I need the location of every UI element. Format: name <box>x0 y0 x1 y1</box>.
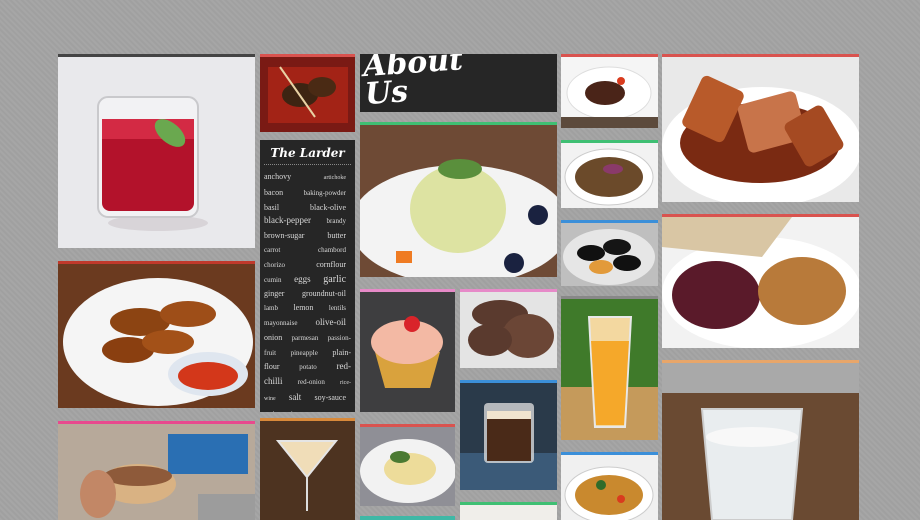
recipe-tile-pork-belly[interactable] <box>662 54 859 202</box>
cookies-photo <box>460 292 557 368</box>
mussels-photo <box>561 223 658 286</box>
larder-tag-onion[interactable]: onion <box>264 333 282 342</box>
larder-tag-eggs[interactable]: eggs <box>294 274 311 284</box>
larder-tag-anchovy[interactable]: anchovy <box>264 172 291 181</box>
pork-belly-photo <box>662 57 859 202</box>
burger-photo <box>58 424 255 520</box>
recipe-tile-cupcake[interactable] <box>360 289 455 412</box>
recipe-tile-meat-bowl[interactable] <box>561 54 658 128</box>
recipe-tile-cocktail[interactable] <box>260 418 355 520</box>
larder-tag-artichoke[interactable]: artichoke <box>324 175 346 181</box>
larder-tag-parmesan[interactable]: parmesan <box>292 334 319 342</box>
larder-tag-ginger[interactable]: ginger <box>264 289 284 298</box>
larder-title: The Larder <box>264 146 351 165</box>
recipe-tile-skewers[interactable] <box>260 54 355 132</box>
larder-tag-cumin[interactable]: cumin <box>264 276 282 284</box>
larder-tag-chambord[interactable]: chambord <box>318 246 346 254</box>
milk-photo <box>662 363 859 520</box>
ravioli-photo <box>360 427 455 506</box>
partial-photo <box>460 505 557 520</box>
larder-tag-black-pepper[interactable]: black-pepper <box>264 215 311 225</box>
potato-salad-photo <box>360 125 557 277</box>
noodles-photo <box>561 455 658 520</box>
larder-tag-lamb[interactable]: lamb <box>264 304 278 312</box>
larder-tag-potato[interactable]: potato <box>299 363 317 371</box>
larder-tag-brown-sugar[interactable]: brown-sugar <box>264 231 304 240</box>
larder-tag-cornflour[interactable]: cornflour <box>316 260 346 269</box>
red-cabbage-photo <box>662 217 859 348</box>
recipe-tile-ravioli[interactable] <box>360 424 455 506</box>
larder-tag-brandy[interactable]: brandy <box>327 217 346 225</box>
recipe-tile-red-drink[interactable] <box>58 54 255 248</box>
larder-tag-mayonnaise[interactable]: mayonnaise <box>264 319 297 327</box>
recipe-tile-lentils[interactable] <box>561 140 658 208</box>
larder-tag-spring-onion[interactable]: spring-onion <box>264 410 300 412</box>
recipe-tile-potato-salad[interactable] <box>360 122 557 277</box>
recipe-tile-burger[interactable] <box>58 421 255 520</box>
larder-tag-garlic[interactable]: garlic <box>323 274 346 285</box>
larder-tag-bacon[interactable]: bacon <box>264 188 283 197</box>
larder-tag-lemon[interactable]: lemon <box>293 303 313 312</box>
recipe-tile-partial-teal[interactable] <box>360 516 455 520</box>
about-us-title: About Us <box>361 54 465 112</box>
cocktail-photo <box>260 421 355 520</box>
larder-panel: The Larder anchovy artichoke bacon bakin… <box>260 140 355 412</box>
recipe-tile-milk[interactable] <box>662 360 859 520</box>
skewers-photo <box>260 57 355 132</box>
recipe-tile-partial-green[interactable] <box>460 502 557 520</box>
larder-tag-chorizo[interactable]: chorizo <box>264 261 285 269</box>
recipe-tile-mussels[interactable] <box>561 220 658 286</box>
larder-tag-red-onion[interactable]: red-onion <box>298 378 325 386</box>
recipe-tile-coffee[interactable] <box>460 380 557 490</box>
lentils-photo <box>561 143 658 208</box>
larder-tag-soy-sauce[interactable]: soy-sauce <box>314 393 346 402</box>
larder-tag-carrot[interactable]: carrot <box>264 246 280 254</box>
about-us-tile[interactable]: About Us <box>360 54 557 112</box>
red-drink-photo <box>58 57 255 248</box>
larder-tag-butter[interactable]: butter <box>327 231 346 240</box>
larder-tag-black-olive[interactable]: black-olive <box>310 203 346 212</box>
larder-tag-cloud: anchovy artichoke bacon baking-powder ba… <box>264 169 351 412</box>
larder-tag-olive-oil[interactable]: olive-oil <box>316 317 347 327</box>
orange-beer-photo <box>561 299 658 440</box>
recipe-tile-red-cabbage[interactable] <box>662 214 859 348</box>
larder-tag-baking-powder[interactable]: baking-powder <box>304 189 346 197</box>
recipe-tile-chicken-wings[interactable] <box>58 261 255 408</box>
recipe-tile-orange-beer[interactable] <box>561 296 658 440</box>
meat-bowl-photo <box>561 57 658 128</box>
larder-tag-groundnut-oil[interactable]: groundnut-oil <box>302 289 346 298</box>
larder-tag-basil[interactable]: basil <box>264 203 279 212</box>
larder-tag-lentils[interactable]: lentils <box>329 304 346 312</box>
recipe-tile-cookies[interactable] <box>460 289 557 368</box>
recipe-tile-noodles[interactable] <box>561 452 658 520</box>
larder-tag-salt[interactable]: salt <box>289 392 302 402</box>
coffee-photo <box>460 383 557 490</box>
chicken-wings-photo <box>58 264 255 408</box>
larder-tag-pineapple[interactable]: pineapple <box>291 349 318 357</box>
cupcake-photo <box>360 292 455 412</box>
